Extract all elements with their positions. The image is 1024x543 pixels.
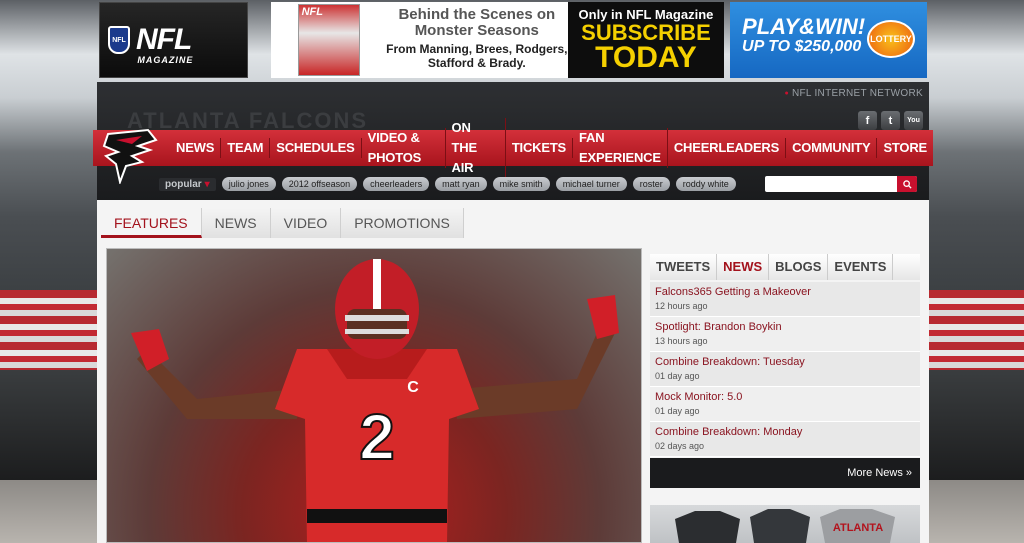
sidebar-tab-tweets[interactable]: TWEETS xyxy=(650,254,718,280)
popular-label: popular ▾ xyxy=(159,177,216,191)
ground-left xyxy=(0,480,100,543)
nav-community[interactable]: COMMUNITY xyxy=(786,138,878,158)
merch-label: ATLANTA xyxy=(833,522,883,534)
site-header: NFL INTERNET NETWORK ATLANTA FALCONS f t… xyxy=(93,82,933,200)
search-input[interactable] xyxy=(765,176,917,192)
youtube-icon[interactable]: You xyxy=(904,111,923,130)
popular-tag-2012-offseason[interactable]: 2012 offseason xyxy=(281,177,358,191)
news-title[interactable]: Combine Breakdown: Tuesday xyxy=(655,355,915,369)
popular-tag-michael-turner[interactable]: michael turner xyxy=(555,177,627,191)
news-time: 02 days ago xyxy=(655,441,705,451)
nav-on-the-air[interactable]: ON THE AIR xyxy=(446,118,506,178)
tab-news[interactable]: NEWS xyxy=(201,208,271,238)
merch-shirts-illustration: ATLANTA xyxy=(675,509,895,543)
stadium-stand-right xyxy=(924,290,1024,370)
popular-tag-roddy-white[interactable]: roddy white xyxy=(675,177,736,191)
ground-right xyxy=(924,480,1024,543)
stadium-base-left xyxy=(0,370,100,480)
news-time: 01 day ago xyxy=(655,371,700,381)
stadium-stand-left xyxy=(0,290,100,370)
sidebar-tab-blogs[interactable]: BLOGS xyxy=(769,254,829,280)
news-title[interactable]: Combine Breakdown: Monday xyxy=(655,425,915,439)
ad-banner[interactable]: NFL NFL MAGAZINE NFL Behind the Scenes o… xyxy=(99,2,927,78)
news-list: Falcons365 Getting a Makeover 12 hours a… xyxy=(650,282,920,457)
nav-tickets[interactable]: TICKETS xyxy=(506,138,574,158)
player-illustration: 2 C xyxy=(131,259,619,542)
nfl-magazine-logo: NFL MAGAZINE xyxy=(136,23,192,65)
magazine-cover-image: NFL xyxy=(297,4,360,76)
nfl-word: NFL xyxy=(136,23,192,56)
news-title[interactable]: Mock Monitor: 5.0 xyxy=(655,390,915,404)
popular-tag-roster[interactable]: roster xyxy=(632,177,670,191)
nav-news[interactable]: NEWS xyxy=(170,138,222,158)
jersey-number: 2 xyxy=(359,401,395,473)
news-title[interactable]: Falcons365 Getting a Makeover xyxy=(655,285,915,299)
tab-promotions[interactable]: PROMOTIONS xyxy=(341,208,464,238)
popular-label-text: popular xyxy=(165,178,202,190)
twitter-icon[interactable]: t xyxy=(881,111,900,130)
ad-subscribe[interactable]: Only in NFL Magazine SUBSCRIBE TODAY xyxy=(567,2,725,78)
magazine-word: MAGAZINE xyxy=(137,55,194,65)
lottery-badge-icon: LOTTERY xyxy=(866,20,915,58)
tab-video[interactable]: VIDEO xyxy=(270,208,342,238)
list-item[interactable]: Spotlight: Brandon Boykin 13 hours ago xyxy=(650,317,920,352)
news-time: 12 hours ago xyxy=(655,301,708,311)
nav-schedules[interactable]: SCHEDULES xyxy=(270,138,362,158)
main-nav: NEWS TEAM SCHEDULES VIDEO & PHOTOS ON TH… xyxy=(93,118,933,178)
popular-tag-matt-ryan[interactable]: matt ryan xyxy=(435,177,487,191)
news-time: 01 day ago xyxy=(655,406,700,416)
popular-tag-cheerleaders[interactable]: cheerleaders xyxy=(363,177,430,191)
feature-tabs: FEATURES NEWS VIDEO PROMOTIONS xyxy=(101,208,464,238)
sidebar-tab-news[interactable]: NEWS xyxy=(717,254,770,280)
list-item[interactable]: Falcons365 Getting a Makeover 12 hours a… xyxy=(650,282,920,317)
nav-cheerleaders[interactable]: CHEERLEADERS xyxy=(668,138,787,158)
ad-nfl-magazine[interactable]: NFL NFL MAGAZINE xyxy=(99,2,249,78)
list-item[interactable]: Combine Breakdown: Tuesday 01 day ago xyxy=(650,352,920,387)
list-item[interactable]: Combine Breakdown: Monday 02 days ago xyxy=(650,422,920,457)
search-button[interactable] xyxy=(897,176,917,192)
search-icon xyxy=(902,179,912,189)
nfl-shield-icon: NFL xyxy=(108,26,130,54)
news-title[interactable]: Spotlight: Brandon Boykin xyxy=(655,320,915,334)
sidebar-tabs: TWEETS NEWS BLOGS EVENTS xyxy=(650,254,920,280)
ad-play-win[interactable]: PLAY&WIN! UP TO $250,000 LOTTERY xyxy=(730,2,927,78)
hero-feature-image[interactable]: 2 C xyxy=(106,248,642,543)
nav-store[interactable]: STORE xyxy=(877,138,933,158)
news-time: 13 hours ago xyxy=(655,336,708,346)
popular-tag-mike-smith[interactable]: mike smith xyxy=(492,177,550,191)
magazine-cover-label: NFL xyxy=(301,6,323,18)
nav-team[interactable]: TEAM xyxy=(221,138,271,158)
list-item[interactable]: Mock Monitor: 5.0 01 day ago xyxy=(650,387,920,422)
popular-tag-julio-jones[interactable]: julio jones xyxy=(221,177,276,191)
main-content: FEATURES NEWS VIDEO PROMOTIONS 2 C TWEET… xyxy=(97,200,929,543)
nav-fan-experience[interactable]: FAN EXPERIENCE xyxy=(573,128,668,168)
stadium-base-right xyxy=(924,370,1024,480)
ad-magazine-cover[interactable]: NFL xyxy=(271,2,386,78)
ad-behind-headline: Behind the Scenes on Monster Seasons xyxy=(398,6,556,39)
nav-video-photos[interactable]: VIDEO & PHOTOS xyxy=(362,128,446,168)
tab-features[interactable]: FEATURES xyxy=(101,208,202,238)
merch-promo-image[interactable]: ATLANTA xyxy=(650,505,920,543)
captain-patch: C xyxy=(407,379,419,396)
sidebar-tab-events[interactable]: EVENTS xyxy=(828,254,894,280)
ad-subscribe-line3: TODAY xyxy=(595,41,697,74)
social-icons: f t You xyxy=(858,111,923,130)
ad-behind-sub: From Manning, Brees, Rodgers, Stafford &… xyxy=(386,42,568,70)
nfl-network-link[interactable]: NFL INTERNET NETWORK xyxy=(784,88,923,99)
chevron-down-icon[interactable]: ▾ xyxy=(205,179,210,190)
facebook-icon[interactable]: f xyxy=(858,111,877,130)
more-news-link[interactable]: More News » xyxy=(650,458,920,488)
ad-behind-scenes[interactable]: Behind the Scenes on Monster Seasons Fro… xyxy=(385,2,568,78)
